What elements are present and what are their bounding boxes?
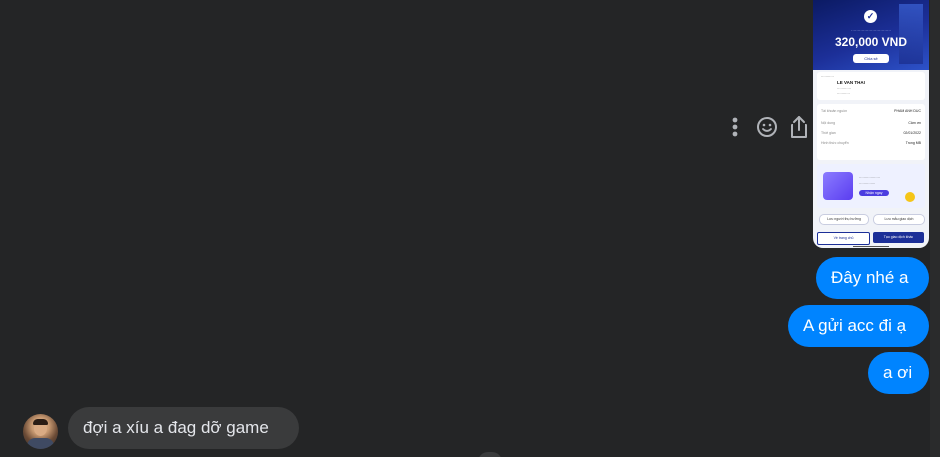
received-message[interactable]: đợi a xíu a đag dỡ game [68, 407, 299, 449]
home-button: Về trang chủ [817, 232, 870, 245]
conversation-area: ✓ ······························ 320,000… [0, 0, 940, 457]
detail-value: 02/01/2022 [903, 131, 921, 135]
sent-message[interactable]: Đây nhé a [816, 257, 929, 299]
coin-graphic [905, 192, 915, 202]
receipt-subtitle-line: ······························ [851, 28, 891, 33]
receipt-amount: 320,000 VND [834, 35, 908, 49]
receipt-share-button: Chia sẻ [853, 54, 889, 63]
recipient-caption-line: ··········· [821, 75, 834, 79]
sent-message[interactable]: A gửi acc đi ạ [788, 305, 929, 347]
detail-label: Thời gian [821, 131, 836, 135]
receipt-recipient-card: ··········· LE VAN THAI ············ ···… [817, 72, 925, 100]
sent-receipt-image[interactable]: ✓ ······························ 320,000… [813, 0, 929, 248]
new-transaction-button: Tạo giao dịch khác [873, 232, 924, 243]
promo-text-line: ·················· [859, 176, 880, 180]
more-vertical-icon[interactable] [724, 114, 746, 140]
promo-button: Nhận ngay [859, 190, 889, 196]
detail-label: Nội dung [821, 121, 836, 125]
message-actions [724, 112, 810, 142]
home-indicator [853, 246, 889, 247]
receipt-promo-card: ·················· ·············· Nhận n… [817, 164, 925, 208]
recipient-account-line: ············ [837, 87, 851, 91]
share-icon[interactable] [788, 114, 810, 140]
detail-row: Nội dung Cảm ơn [821, 121, 921, 126]
detail-label: Tài khoản nguồn [821, 109, 848, 113]
building-graphic [899, 4, 923, 64]
promo-text-line: ·············· [859, 182, 876, 186]
detail-row: Thời gian 02/01/2022 [821, 131, 921, 136]
check-icon: ✓ [864, 10, 877, 23]
detail-row: Hình thức chuyển Trong MB [821, 141, 921, 146]
scroll-to-bottom-button[interactable] [478, 452, 502, 457]
save-template-pill: Lưu mẫu giao dịch [873, 214, 925, 225]
avatar-hair [33, 419, 48, 425]
detail-value: Trong MB [905, 141, 921, 145]
save-beneficiary-pill: Lưu người thụ hưởng [819, 214, 869, 225]
sent-message[interactable]: a ơi [868, 352, 929, 394]
avatar[interactable] [23, 414, 58, 449]
detail-row: Tài khoản nguồn PHAM ANH DUC [821, 109, 921, 114]
receipt-header: ✓ ······························ 320,000… [813, 0, 929, 70]
detail-label: Hình thức chuyển [821, 141, 849, 145]
recipient-name: LE VAN THAI [837, 80, 865, 85]
recipient-bank-line: ··········· [837, 92, 850, 96]
avatar-shirt [27, 438, 54, 449]
smiley-icon[interactable] [756, 114, 778, 140]
receipt-details-card: Tài khoản nguồn PHAM ANH DUC Nội dung Cả… [817, 104, 925, 160]
detail-value: PHAM ANH DUC [894, 109, 921, 113]
detail-value: Cảm ơn [908, 121, 921, 125]
scrollbar-track[interactable] [930, 0, 940, 457]
gift-box-graphic [823, 172, 853, 200]
